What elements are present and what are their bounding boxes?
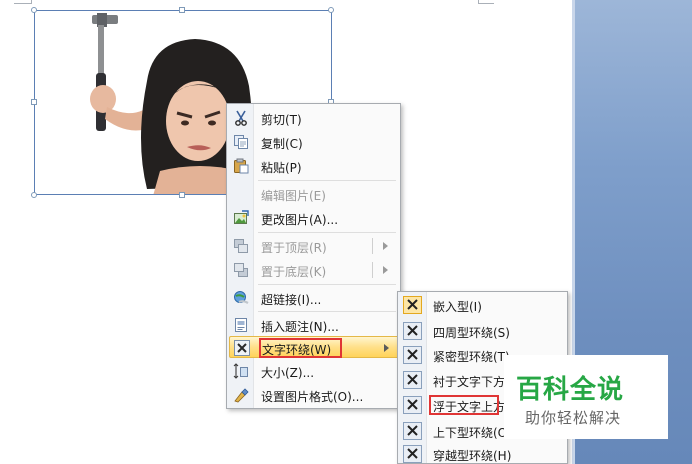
submenu-arrow-icon	[384, 344, 389, 352]
inline-wrap-icon	[403, 296, 422, 314]
behind-text-wrap-icon	[403, 371, 422, 389]
menu-item-bring-to-front[interactable]: 置于顶层(R)	[229, 235, 399, 257]
bring-to-front-icon	[234, 239, 248, 253]
wrap-option-label: 四周型环绕(S)	[433, 326, 510, 340]
scissors-icon	[235, 110, 247, 126]
wrap-option-label: 穿越型环绕(H)	[433, 449, 512, 463]
menu-separator	[258, 284, 396, 285]
wrap-option-label: 嵌入型(I)	[433, 300, 482, 314]
top-bottom-wrap-icon	[403, 422, 422, 440]
copy-icon	[234, 135, 248, 149]
submenu-arrow-icon	[383, 266, 388, 274]
size-icon	[233, 363, 248, 379]
in-front-of-text-wrap-icon	[403, 396, 422, 414]
menu-item-label: 超链接(I)...	[261, 293, 322, 307]
text-wrap-icon	[234, 340, 250, 356]
menu-separator	[258, 232, 396, 233]
menu-separator	[258, 311, 396, 312]
menu-item-hyperlink[interactable]: 超链接(I)...	[229, 287, 399, 309]
resize-handle-bottom-left[interactable]	[31, 192, 37, 198]
menu-item-label: 插入题注(N)...	[261, 320, 339, 334]
insert-caption-icon	[235, 318, 247, 332]
menu-item-label: 大小(Z)...	[261, 366, 315, 380]
resize-handle-bottom[interactable]	[179, 192, 185, 198]
context-menu: 剪切(T) 复制(C) 粘贴(P) 编辑图片(E) 更改图片(A)... 置于顶…	[226, 103, 401, 409]
menu-item-insert-caption[interactable]: 插入题注(N)...	[229, 314, 399, 336]
paste-icon	[234, 158, 249, 174]
change-picture-icon	[234, 210, 249, 224]
menu-item-size[interactable]: 大小(Z)...	[229, 360, 399, 382]
menu-item-change-picture[interactable]: 更改图片(A)...	[229, 207, 399, 229]
menu-item-send-to-back[interactable]: 置于底层(K)	[229, 259, 399, 281]
menu-item-format-picture[interactable]: 设置图片格式(O)...	[229, 384, 399, 406]
resize-handle-top[interactable]	[179, 7, 185, 13]
tight-wrap-icon	[403, 346, 422, 364]
send-to-back-icon	[234, 263, 248, 277]
wrap-option-label: 紧密型环绕(T)	[433, 350, 510, 364]
red-highlight-box	[259, 338, 342, 358]
menu-item-label: 设置图片格式(O)...	[261, 390, 364, 404]
menu-item-label: 复制(C)	[261, 137, 303, 151]
menu-item-label: 置于顶层(R)	[261, 241, 327, 255]
menu-item-paste[interactable]: 粘贴(P)	[229, 155, 399, 177]
page-corner-mark-right	[478, 0, 494, 4]
wrap-option-inline[interactable]: 嵌入型(I)	[400, 294, 566, 316]
page-corner-mark-left	[14, 0, 32, 4]
resize-handle-top-right[interactable]	[328, 7, 334, 13]
wrap-option-through[interactable]: 穿越型环绕(H)	[400, 443, 566, 464]
format-picture-icon	[234, 388, 249, 403]
resize-handle-left[interactable]	[31, 99, 37, 105]
menu-item-label: 更改图片(A)...	[261, 213, 339, 227]
menu-item-copy[interactable]: 复制(C)	[229, 131, 399, 153]
menu-item-label: 剪切(T)	[261, 113, 302, 127]
wrap-option-square[interactable]: 四周型环绕(S)	[400, 320, 566, 342]
menu-item-cut[interactable]: 剪切(T)	[229, 107, 399, 129]
menu-item-label: 置于底层(K)	[261, 265, 327, 279]
watermark-subtitle: 助你轻松解决	[525, 409, 622, 427]
menu-item-text-wrapping[interactable]: 文字环绕(W)	[229, 336, 399, 358]
through-wrap-icon	[403, 445, 422, 463]
submenu-arrow-icon	[383, 242, 388, 250]
hyperlink-icon	[234, 291, 249, 304]
red-highlight-box	[429, 395, 499, 415]
resize-handle-top-left[interactable]	[31, 7, 37, 13]
menu-separator	[258, 180, 396, 181]
watermark-title: 百科全说	[516, 375, 625, 405]
menu-item-label: 粘贴(P)	[261, 161, 302, 175]
menu-item-label: 编辑图片(E)	[261, 189, 326, 203]
menu-item-edit-picture[interactable]: 编辑图片(E)	[229, 183, 399, 205]
watermark-badge: 百科全说 助你轻松解决	[504, 355, 668, 439]
square-wrap-icon	[403, 322, 422, 340]
wrap-option-label: 上下型环绕(O)	[433, 426, 512, 440]
